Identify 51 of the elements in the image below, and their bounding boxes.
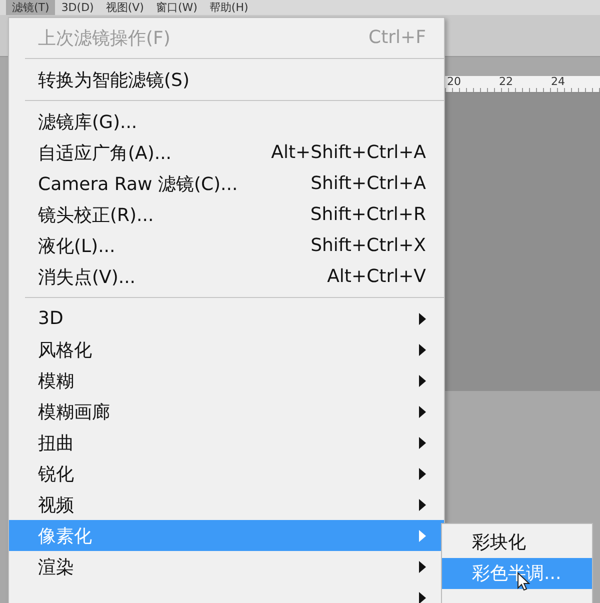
menubar-item[interactable]: 3D(D) — [55, 0, 100, 15]
menu-item[interactable]: Camera Raw 滤镜(C)... Shift+Ctrl+A — [9, 168, 444, 199]
menu-item[interactable]: 渲染 — [9, 551, 444, 582]
menu-item[interactable]: 扭曲 — [9, 427, 444, 458]
submenu-arrow-icon — [419, 530, 426, 542]
submenu-arrow-icon — [419, 406, 426, 418]
menu-item[interactable]: 自适应广角(A)... Alt+Shift+Ctrl+A — [9, 137, 444, 168]
menu-item-label: 模糊 — [38, 370, 75, 392]
menu-item-label: 渲染 — [38, 556, 75, 578]
menu-item[interactable]: 模糊画廊 — [9, 396, 444, 427]
menu-item[interactable]: 视频 — [9, 489, 444, 520]
menu-item-label: 消失点(V)... — [38, 266, 137, 288]
submenu-arrow-icon — [419, 498, 426, 510]
menu-item-label: 液化(L)... — [38, 234, 116, 258]
menu-item-label: 自适应广角(A)... — [38, 142, 173, 164]
menubar-item[interactable]: 视图(V) — [100, 0, 150, 15]
menu-item-label: 转换为智能滤镜(S) — [38, 68, 190, 92]
menu-item-label: 扭曲 — [38, 432, 75, 454]
menubar-item[interactable]: 滤镜(T) — [6, 0, 56, 15]
ruler-label: 22 — [499, 76, 513, 88]
submenu-arrow-icon — [419, 592, 426, 603]
menu-item-label: 滤镜库(G)... — [38, 110, 138, 134]
menu-item-label: 视频 — [38, 494, 75, 516]
menu-item-label: 像素化 — [38, 524, 93, 548]
menu-item[interactable]: 消失点(V)... Alt+Ctrl+V — [9, 261, 444, 292]
menu-item[interactable]: 锐化 — [9, 458, 444, 489]
submenu-arrow-icon — [419, 436, 426, 448]
menubar-item[interactable]: 帮助(H) — [203, 0, 254, 15]
menu-item-label: 模糊画廊 — [38, 400, 111, 424]
menu-item-label: 镜头校正(R)... — [38, 204, 155, 226]
menu-item-label: 锐化 — [38, 462, 75, 486]
menu-item-label: 3D — [38, 308, 64, 329]
menu-item[interactable]: 液化(L)... Shift+Ctrl+X — [9, 230, 444, 261]
ruler-label: 24 — [551, 76, 565, 88]
menu-item[interactable]: 镜头校正(R)... Shift+Ctrl+R — [9, 199, 444, 230]
menu-item[interactable]: 3D — [9, 303, 444, 334]
menu-item[interactable]: 转换为智能滤镜(S) — [9, 64, 444, 95]
submenu-arrow-icon — [419, 560, 426, 572]
ruler-label: 20 — [447, 76, 461, 88]
submenu-arrow-icon — [419, 344, 426, 356]
menu-item[interactable]: 彩块化 — [442, 527, 592, 558]
menu-item[interactable]: 滤镜库(G)... — [9, 106, 444, 137]
menu-item-label: 上次滤镜操作(F) — [38, 26, 172, 50]
menu-item[interactable]: 模糊 — [9, 365, 444, 396]
submenu-arrow-icon — [419, 468, 426, 480]
menubar-item[interactable]: 窗口(W) — [150, 0, 204, 15]
menu-item-label: 风格化 — [38, 338, 93, 362]
submenu-arrow-icon — [419, 312, 426, 324]
menu-item[interactable]: 风格化 — [9, 334, 444, 365]
submenu-arrow-icon — [419, 374, 426, 386]
menu-item-label: Camera Raw 滤镜(C)... — [38, 172, 239, 196]
